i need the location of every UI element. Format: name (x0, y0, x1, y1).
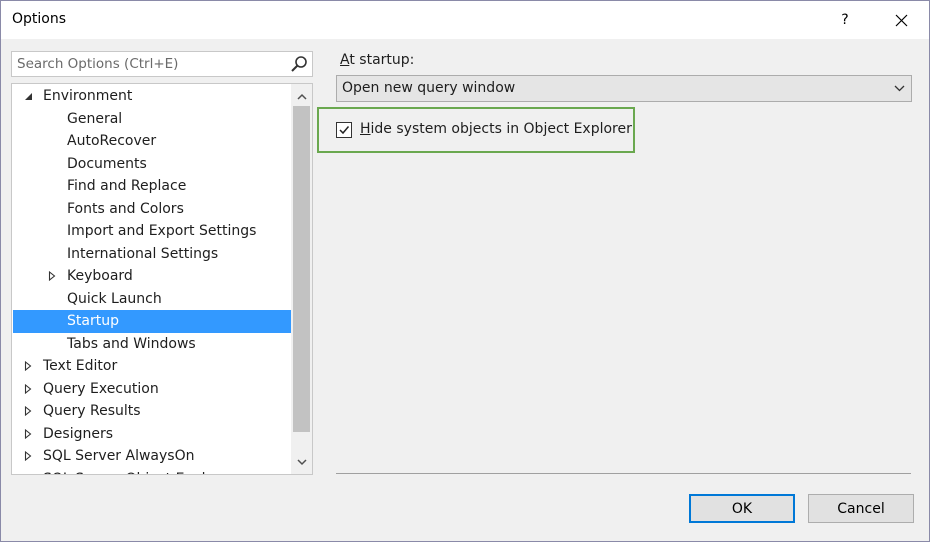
tree-item-label: Keyboard (67, 268, 133, 284)
options-tree: Environment General AutoRecover Documents Fi… (11, 83, 313, 475)
triangle-collapsed-icon[interactable] (21, 445, 35, 467)
chevron-up-icon (296, 93, 307, 100)
triangle-collapsed-icon[interactable] (21, 468, 35, 474)
tree-item[interactable]: Startup (13, 310, 291, 333)
ok-button[interactable]: OK (689, 494, 795, 523)
help-button[interactable]: ? (829, 5, 861, 35)
tree-scrollbar[interactable] (291, 84, 312, 474)
scroll-thumb[interactable] (293, 106, 310, 432)
tree-item[interactable]: Keyboard (13, 265, 291, 288)
window-title: Options (12, 11, 67, 27)
chevron-down-icon (894, 85, 904, 92)
search-input[interactable] (12, 52, 282, 76)
tree-item[interactable]: Import and Export Settings (13, 220, 291, 243)
search-box[interactable] (11, 51, 313, 77)
tree-item[interactable]: Fonts and Colors (13, 198, 291, 221)
at-startup-label: At startup: (340, 52, 414, 68)
scroll-down-button[interactable] (291, 452, 312, 472)
triangle-collapsed-icon[interactable] (21, 423, 35, 445)
tree-item-label: Query Results (43, 403, 141, 419)
startup-dropdown-value: Open new query window (342, 80, 516, 96)
triangle-collapsed-icon[interactable] (21, 378, 35, 400)
cancel-button[interactable]: Cancel (808, 494, 914, 523)
ok-button-label: OK (731, 500, 753, 517)
tree-item-label: SQL Server Object Explorer (43, 468, 234, 475)
dropdown-arrow[interactable] (889, 76, 909, 101)
tree-item[interactable]: Text Editor (13, 355, 291, 378)
title-bar: Options ? (1, 1, 929, 39)
tree-item[interactable]: Designers (13, 423, 291, 446)
tree-item-label: Text Editor (43, 358, 118, 374)
triangle-expanded-icon[interactable] (21, 85, 35, 107)
options-dialog: Options ? Environment General AutoRecover D… (0, 0, 930, 542)
tree-item-label: Startup (67, 313, 119, 329)
tree-item-label: General (67, 110, 123, 127)
tree-item[interactable]: AutoRecover (13, 130, 291, 153)
at-startup-accesskey: A (340, 52, 350, 68)
tree-item-label: Designers (43, 425, 113, 442)
tree-item[interactable]: Query Execution (13, 378, 291, 401)
hide-system-objects-checkbox[interactable] (336, 122, 352, 138)
tree-item-label: Documents (67, 155, 147, 172)
checkbox-accesskey: H (360, 121, 371, 137)
checkmark-icon (339, 126, 350, 135)
tree-item-label: Fonts and Colors (67, 200, 184, 217)
tree-item-label: Import and Export Settings (67, 223, 257, 239)
triangle-collapsed-icon[interactable] (21, 355, 35, 377)
tree-item[interactable]: Find and Replace (13, 175, 291, 198)
search-icon[interactable] (290, 55, 308, 73)
tree-item-label: Environment (43, 88, 133, 104)
triangle-collapsed-icon[interactable] (45, 265, 59, 287)
tree-item-label: Quick Launch (67, 290, 162, 307)
tree-item-label: AutoRecover (67, 133, 157, 149)
cancel-button-label: Cancel (837, 500, 885, 517)
tree-item[interactable]: SQL Server AlwaysOn (13, 445, 291, 468)
tree-item-label: Tabs and Windows (67, 335, 196, 352)
tree-item[interactable]: International Settings (13, 243, 291, 266)
startup-dropdown[interactable]: Open new query window (336, 75, 912, 102)
tree-item-label: SQL Server AlwaysOn (43, 448, 195, 464)
help-label: ? (841, 12, 849, 28)
checkbox-label-text: ide system objects in Object Explorer (370, 121, 632, 137)
triangle-collapsed-icon[interactable] (21, 400, 35, 422)
separator (336, 473, 911, 474)
tree-item-label: International Settings (67, 245, 219, 262)
at-startup-label-text: t startup: (349, 52, 415, 68)
tree-item-label: Query Execution (43, 380, 159, 397)
tree-item-label: Find and Replace (67, 178, 187, 194)
tree-item[interactable]: Query Results (13, 400, 291, 423)
hide-system-objects-label[interactable]: Hide system objects in Object Explorer (360, 121, 632, 137)
tree-item[interactable]: Tabs and Windows (13, 333, 291, 356)
tree-item[interactable]: General (13, 108, 291, 131)
tree-item[interactable]: Environment (13, 85, 291, 108)
close-icon (895, 14, 907, 26)
tree-item[interactable]: SQL Server Object Explorer (13, 468, 291, 475)
scroll-up-button[interactable] (291, 86, 312, 106)
chevron-down-icon (296, 458, 307, 465)
close-button[interactable] (881, 5, 921, 35)
tree-item[interactable]: Documents (13, 153, 291, 176)
tree-item[interactable]: Quick Launch (13, 288, 291, 311)
